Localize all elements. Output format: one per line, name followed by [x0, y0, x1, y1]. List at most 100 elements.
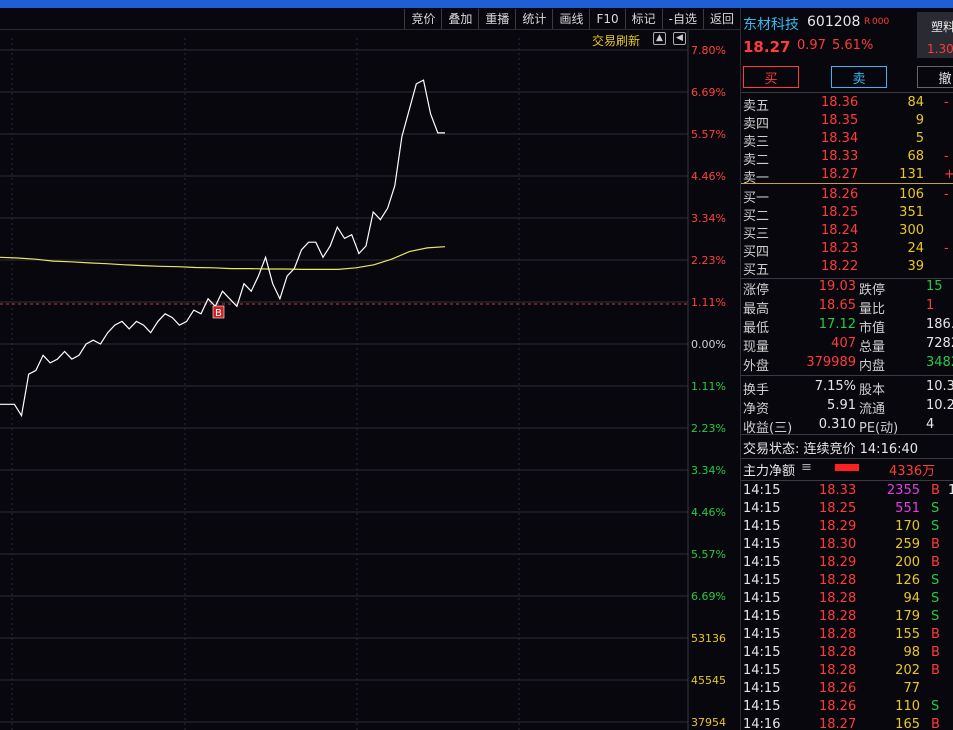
- stat-row: 最高 18.65 量比 1: [741, 298, 953, 317]
- toolbar-button-7[interactable]: -自选: [661, 8, 703, 29]
- tick-volume: 200: [895, 555, 920, 570]
- collapse-icon[interactable]: ◀: [673, 32, 686, 45]
- level-label: 卖五: [743, 99, 770, 114]
- level-volume: 5: [915, 131, 924, 146]
- stock-name: 东材科技: [743, 17, 799, 33]
- toolbar-button-5[interactable]: F10: [589, 8, 624, 29]
- divider: [741, 480, 953, 481]
- tick-row: 14:15 18.25 551 S: [741, 501, 953, 519]
- level-price: 18.33: [821, 149, 859, 164]
- stat-label: 外盘: [743, 359, 770, 374]
- price-axis-label: 0.00%: [691, 338, 726, 351]
- level-price: 18.27: [821, 167, 859, 182]
- tick-row: 14:15 18.28 179 S: [741, 609, 953, 627]
- tick-price: 18.30: [819, 537, 857, 552]
- tick-side: B: [931, 663, 940, 678]
- tick-side: B: [931, 627, 940, 642]
- level-volume: 300: [899, 223, 924, 238]
- tick-price: 18.33: [819, 483, 857, 498]
- tick-volume: 98: [903, 645, 920, 660]
- stat-value: 4: [926, 417, 935, 432]
- trade-refresh-label[interactable]: 交易刷新: [592, 32, 640, 49]
- quote-panel: 东材科技 601208 R 000 塑料 1.30% 18.27 0.97 5.…: [740, 8, 953, 730]
- tick-volume: 126: [895, 573, 920, 588]
- net-bar: [835, 464, 859, 471]
- toolbar-button-8[interactable]: 返回: [702, 8, 740, 29]
- stat-value: 186.0: [926, 317, 953, 332]
- level-price: 18.23: [821, 241, 859, 256]
- ask-row: 卖五 18.36 84 -: [741, 95, 953, 114]
- tick-side: S: [931, 573, 940, 588]
- tick-price: 18.29: [819, 519, 857, 534]
- tick-side: S: [931, 501, 940, 516]
- stat-label: 跌停: [859, 283, 886, 298]
- stat-value: 5.91: [827, 398, 856, 413]
- tick-extra: 1: [948, 483, 953, 498]
- tick-time: 14:15: [743, 645, 781, 660]
- chart-canvas: 7.80% 6.69% 5.57% 4.46% 3.34% 2.23% 1.11% 0.00%…: [0, 30, 726, 730]
- trade-button-1[interactable]: 卖: [831, 66, 887, 88]
- divider: [741, 458, 953, 459]
- tick-volume: 170: [895, 519, 920, 534]
- tick-price: 18.26: [819, 681, 857, 696]
- intraday-chart[interactable]: 7.80% 6.69% 5.57% 4.46% 3.34% 2.23% 1.11% 0.00%…: [0, 30, 740, 730]
- stat-value: 407: [831, 336, 856, 351]
- stat-label: 内盘: [859, 359, 886, 374]
- stat-row: 外盘 379989内盘 3482: [741, 355, 953, 374]
- divider: [741, 375, 953, 376]
- tick-row: 14:15 18.29 170 S: [741, 519, 953, 537]
- stat-label: 净资: [743, 402, 770, 417]
- divider: [741, 92, 953, 93]
- stat-value: 10.2: [926, 398, 953, 413]
- stat-value: 379989: [806, 355, 856, 370]
- price-axis-label: 5.57%: [691, 128, 726, 141]
- price-axis-label: 3.34%: [691, 212, 726, 225]
- level-change: -: [944, 241, 949, 256]
- tick-row: 14:15 18.26 110 S: [741, 699, 953, 717]
- tick-price: 18.25: [819, 501, 857, 516]
- tick-volume: 94: [903, 591, 920, 606]
- toolbar-button-1[interactable]: 叠加: [441, 8, 478, 29]
- tick-side: B: [931, 537, 940, 552]
- tick-price: 18.28: [819, 645, 857, 660]
- list-icon[interactable]: ≡: [801, 460, 812, 475]
- tick-side: B: [931, 717, 940, 730]
- tick-price: 18.29: [819, 555, 857, 570]
- tick-side: S: [931, 699, 940, 714]
- toolbar-button-6[interactable]: 标记: [624, 8, 662, 29]
- stat-value: 17.12: [818, 317, 856, 332]
- level-volume: 351: [899, 205, 924, 220]
- level-label: 卖二: [743, 153, 770, 168]
- bid-row: 买四 18.23 24 -: [741, 241, 953, 260]
- toolbar-button-3[interactable]: 统计: [515, 8, 552, 29]
- level-change: -: [944, 95, 949, 110]
- tick-time: 14:15: [743, 627, 781, 642]
- price-axis-label: 2.23%: [691, 254, 726, 267]
- stock-code: 601208: [807, 14, 861, 30]
- tick-volume: 110: [895, 699, 920, 714]
- stock-tag: R: [864, 17, 871, 27]
- trade-status: 交易状态: 连续竞价 14:16:40: [743, 442, 919, 457]
- toolbar-button-4[interactable]: 画线: [552, 8, 589, 29]
- tick-volume: 551: [895, 501, 920, 516]
- toolbar-button-2[interactable]: 重播: [478, 8, 515, 29]
- tick-side: S: [931, 591, 940, 606]
- tick-row: 14:16 18.27 165 B: [741, 717, 953, 730]
- stat-row: 换手 7.15% 股本 10.3: [741, 379, 953, 398]
- toolbar-button-0[interactable]: 竞价: [404, 8, 441, 29]
- tick-time: 14:15: [743, 555, 781, 570]
- tick-row: 14:15 18.33 2355 B1: [741, 483, 953, 501]
- bid-row: 买五 18.22 39: [741, 259, 953, 278]
- stat-row: 收益(三) 0.310 PE(动) 4: [741, 417, 953, 436]
- trade-button-2[interactable]: 撤: [917, 66, 953, 88]
- trade-button-0[interactable]: 买: [743, 66, 799, 88]
- level-price: 18.22: [821, 259, 859, 274]
- stat-value: 10.3: [926, 379, 953, 394]
- ask-row: 卖三 18.34 5: [741, 131, 953, 150]
- stat-row: 涨停 19.03 跌停 15: [741, 279, 953, 298]
- scroll-up-icon[interactable]: ▲: [653, 32, 666, 45]
- level-label: 买四: [743, 245, 770, 260]
- main-net-row[interactable]: 主力净额 ≡ 4336万: [741, 460, 953, 479]
- tick-volume: 259: [895, 537, 920, 552]
- stat-value: 0.310: [818, 417, 856, 432]
